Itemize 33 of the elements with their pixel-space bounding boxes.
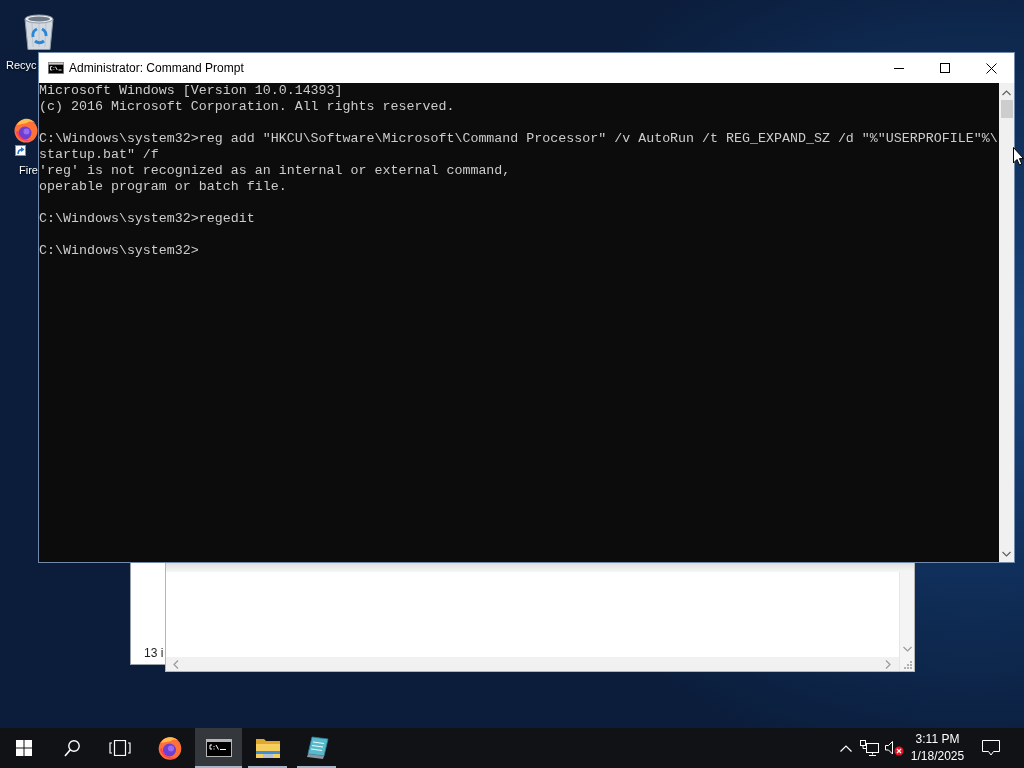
console-line: 'reg' is not recognized as an internal or external command,	[39, 163, 511, 179]
taskbar-app-button[interactable]	[195, 728, 242, 768]
vertical-scrollbar[interactable]	[899, 572, 914, 671]
maximize-icon[interactable]	[940, 63, 950, 73]
network-monitor-icon[interactable]	[860, 740, 880, 756]
console-line: C:\Windows\system32>	[39, 243, 199, 259]
notepad-icon[interactable]	[304, 736, 329, 760]
console-line: Microsoft Windows [Version 10.0.14393]	[39, 83, 343, 99]
status-text: 13 i	[144, 646, 164, 660]
close-icon[interactable]	[985, 62, 997, 74]
resize-grip-icon[interactable]	[904, 661, 912, 669]
console-line: operable program or batch file.	[39, 179, 287, 195]
folder-icon[interactable]	[254, 737, 281, 759]
console-line: startup.bat" /f	[39, 147, 159, 163]
terminal-icon	[48, 62, 64, 74]
search-icon[interactable]	[64, 739, 80, 757]
window-title: Administrator: Command Prompt	[69, 61, 244, 75]
chevron-down-icon[interactable]	[1002, 551, 1011, 557]
desktop-icon-label: Fire	[19, 164, 38, 177]
console-line: C:\Windows\system32>regedit	[39, 211, 255, 227]
task-view-icon[interactable]	[109, 740, 131, 756]
shortcut-arrow-icon	[15, 145, 26, 156]
browser-icon[interactable]	[14, 116, 38, 144]
console-line: C:\Windows\system32>reg add "HKCU\Software\Microsoft\Command Processor" /v AutoRun /t REG_EXPAND_SZ /d "%"USERPROFILE"%\	[39, 131, 998, 147]
vertical-scrollbar[interactable]	[999, 83, 1014, 562]
terminal-icon[interactable]	[205, 739, 232, 757]
speaker-muted-icon[interactable]	[884, 740, 904, 756]
speech-bubble-icon[interactable]	[981, 739, 1001, 757]
desktop-icon-label: Recyc	[6, 59, 37, 72]
browser-icon[interactable]	[157, 736, 182, 760]
console-line: (c) 2016 Microsoft Corporation. All rights reserved.	[39, 99, 455, 115]
clock-button[interactable]: 3:11 PM 1/18/2025	[906, 728, 969, 768]
scrollbar-thumb[interactable]	[1000, 100, 1013, 118]
